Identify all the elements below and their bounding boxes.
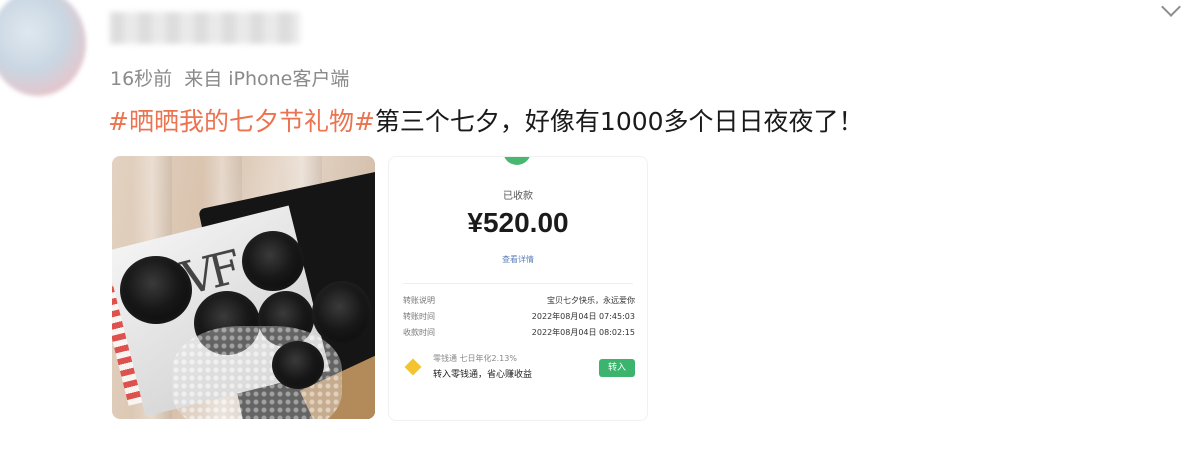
weibo-post: 16秒前 来自 iPhone客户端 #晒晒我的七夕节礼物#第三个七夕，好像有100… xyxy=(0,0,1200,454)
receipt-row-key: 收款时间 xyxy=(403,328,435,337)
post-text: 第三个七夕，好像有1000多个日日夜夜了！ xyxy=(374,107,864,136)
receipt-amount: ¥520.00 xyxy=(467,207,569,238)
receipt-row: 转账说明 宝贝七夕快乐，永远爱你 xyxy=(403,295,635,307)
receipt-row: 转账时间 2022年08月04日 07:45:03 xyxy=(403,311,635,323)
receipt-row-value: 宝贝七夕快乐，永远爱你 xyxy=(547,296,635,305)
post-content: #晒晒我的七夕节礼物#第三个七夕，好像有1000多个日日夜夜了！ xyxy=(108,102,864,138)
black-rose xyxy=(242,231,304,291)
post-image-receipt[interactable]: 已收款 ¥520.00 查看详情 转账说明 宝贝七夕快乐，永远爱你 转账时间 2… xyxy=(388,156,648,421)
chevron-down-icon[interactable] xyxy=(1161,0,1181,17)
receipt-row-key: 转账时间 xyxy=(403,312,435,321)
black-rose xyxy=(120,256,192,324)
receipt-status: 已收款 xyxy=(503,191,533,202)
diamond-icon xyxy=(404,358,422,376)
receipt-row: 收款时间 2022年08月04日 08:02:15 xyxy=(403,327,635,339)
receipt-row-value: 2022年08月04日 07:45:03 xyxy=(531,312,635,321)
black-rose xyxy=(312,281,372,345)
post-image-roses[interactable]: VF xyxy=(112,156,375,419)
fund-promo: 零钱通 七日年化2.13% 转入零钱通，省心赚收益 转入 xyxy=(403,353,635,387)
hashtag-link[interactable]: #晒晒我的七夕节礼物# xyxy=(108,107,375,136)
username-blurred[interactable] xyxy=(110,12,300,44)
black-rose xyxy=(272,341,324,389)
avatar[interactable] xyxy=(0,0,86,96)
receipt-detail-link: 查看详情 xyxy=(502,255,534,264)
receipt-row-key: 转账说明 xyxy=(403,296,435,305)
divider xyxy=(403,283,633,284)
post-source[interactable]: 来自 iPhone客户端 xyxy=(184,68,349,90)
fund-line1: 零钱通 七日年化2.13% xyxy=(433,354,517,363)
receipt-row-value: 2022年08月04日 08:02:15 xyxy=(531,328,635,337)
post-meta: 16秒前 来自 iPhone客户端 xyxy=(110,64,349,91)
fund-line2: 转入零钱通，省心赚收益 xyxy=(433,370,533,380)
transfer-button: 转入 xyxy=(599,359,635,377)
post-time: 16秒前 xyxy=(110,68,173,90)
check-icon xyxy=(503,157,531,165)
